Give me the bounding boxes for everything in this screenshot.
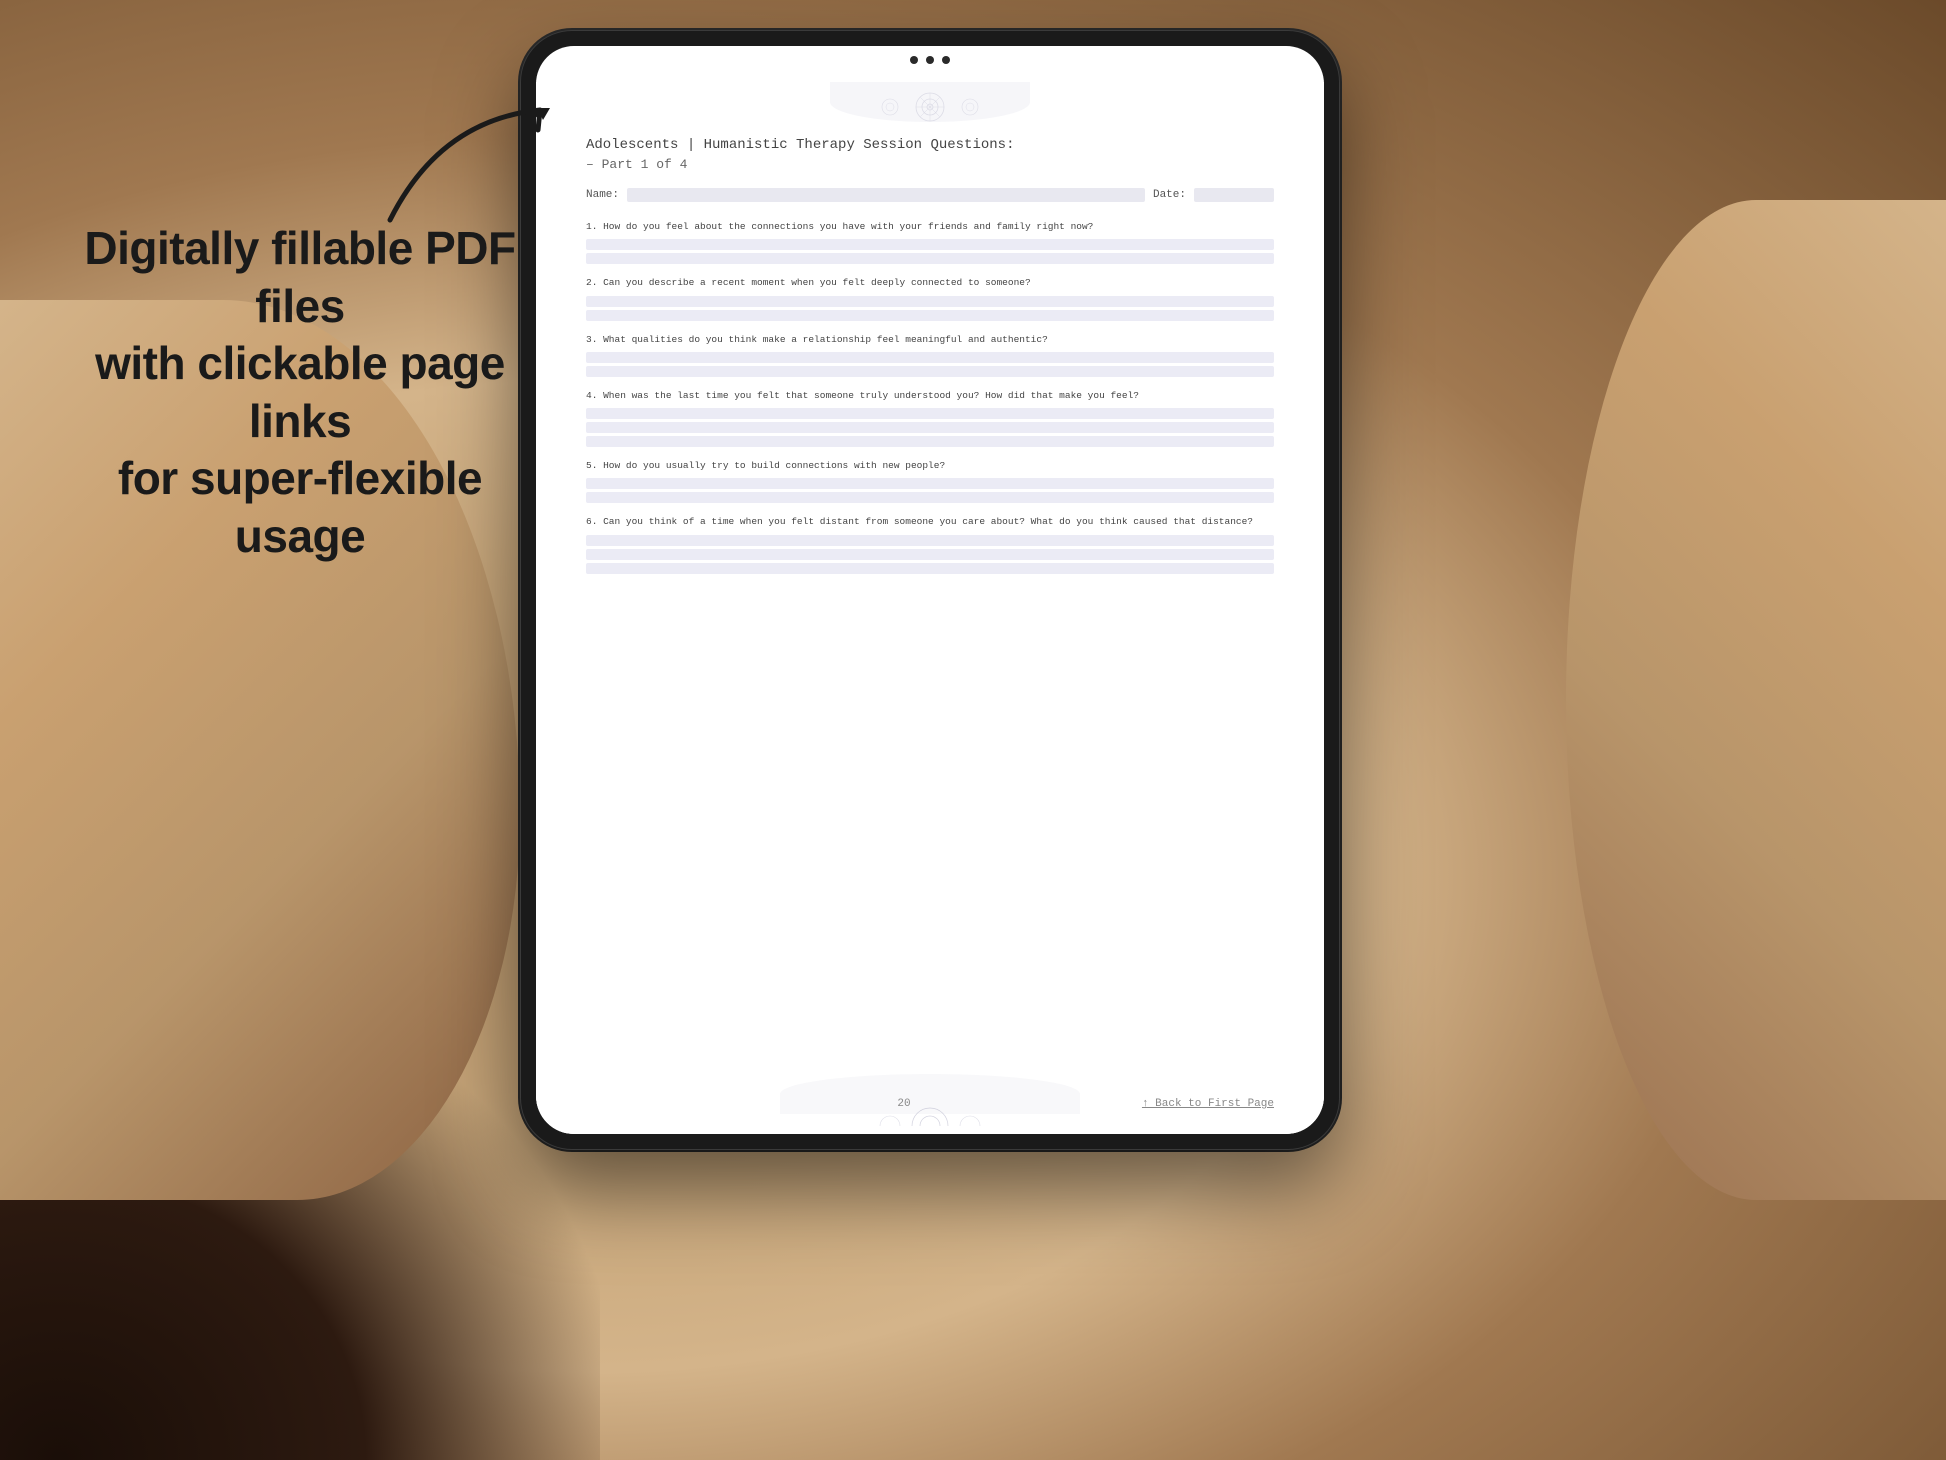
question-5-text: 5. How do you usually try to build conne… [586,459,1274,473]
answer-line [586,352,1274,363]
question-4-text: 4. When was the last time you felt that … [586,389,1274,403]
question-1: 1. How do you feel about the connections… [586,220,1274,264]
question-4-answer[interactable] [586,408,1274,447]
answer-line [586,310,1274,321]
question-3-text: 3. What qualities do you think make a re… [586,333,1274,347]
camera-dot-1 [910,56,918,64]
date-input[interactable] [1194,188,1274,202]
camera-dot-3 [942,56,950,64]
question-2: 2. Can you describe a recent moment when… [586,276,1274,320]
pdf-header-mandala [536,82,1324,127]
answer-line [586,253,1274,264]
pdf-content: Adolescents | Humanistic Therapy Session… [536,127,1324,1134]
marketing-text-block: Digitally fillable PDF files with clicka… [60,220,540,565]
answer-line [586,535,1274,546]
answer-line [586,422,1274,433]
pdf-header-decoration [536,82,1324,127]
question-2-answer[interactable] [586,296,1274,321]
question-3-answer[interactable] [586,352,1274,377]
tablet-outer: Adolescents | Humanistic Therapy Session… [520,30,1340,1150]
answer-line [586,408,1274,419]
question-1-text: 1. How do you feel about the connections… [586,220,1274,234]
question-5: 5. How do you usually try to build conne… [586,459,1274,503]
answer-line [586,239,1274,250]
pdf-subtitle: – Part 1 of 4 [586,157,1274,172]
question-2-text: 2. Can you describe a recent moment when… [586,276,1274,290]
pdf-name-date-row: Name: Date: [586,188,1274,202]
back-to-first-page-link[interactable]: ↑ Back to First Page [1142,1098,1274,1110]
question-3: 3. What qualities do you think make a re… [586,333,1274,377]
name-input[interactable] [627,188,1145,202]
camera-dot-2 [926,56,934,64]
question-5-answer[interactable] [586,478,1274,503]
pdf-document: Adolescents | Humanistic Therapy Session… [536,82,1324,1134]
answer-line [586,478,1274,489]
answer-line [586,563,1274,574]
answer-line [586,492,1274,503]
marketing-headline: Digitally fillable PDF files with clicka… [60,220,540,565]
answer-line [586,549,1274,560]
tablet-screen: Adolescents | Humanistic Therapy Session… [536,46,1324,1134]
answer-line [586,296,1274,307]
arrow-icon [380,100,600,240]
tablet: Adolescents | Humanistic Therapy Session… [520,30,1340,1150]
pdf-title: Adolescents | Humanistic Therapy Session… [586,137,1274,153]
date-label: Date: [1153,189,1186,201]
question-6-answer[interactable] [586,535,1274,574]
tablet-camera [910,56,950,64]
bg-arm-right [1566,200,1946,1200]
question-6-text: 6. Can you think of a time when you felt… [586,515,1274,529]
question-1-answer[interactable] [586,239,1274,264]
question-4: 4. When was the last time you felt that … [586,389,1274,447]
question-6: 6. Can you think of a time when you felt… [586,515,1274,573]
answer-line [586,366,1274,377]
answer-line [586,436,1274,447]
page-number: 20 [897,1098,910,1110]
